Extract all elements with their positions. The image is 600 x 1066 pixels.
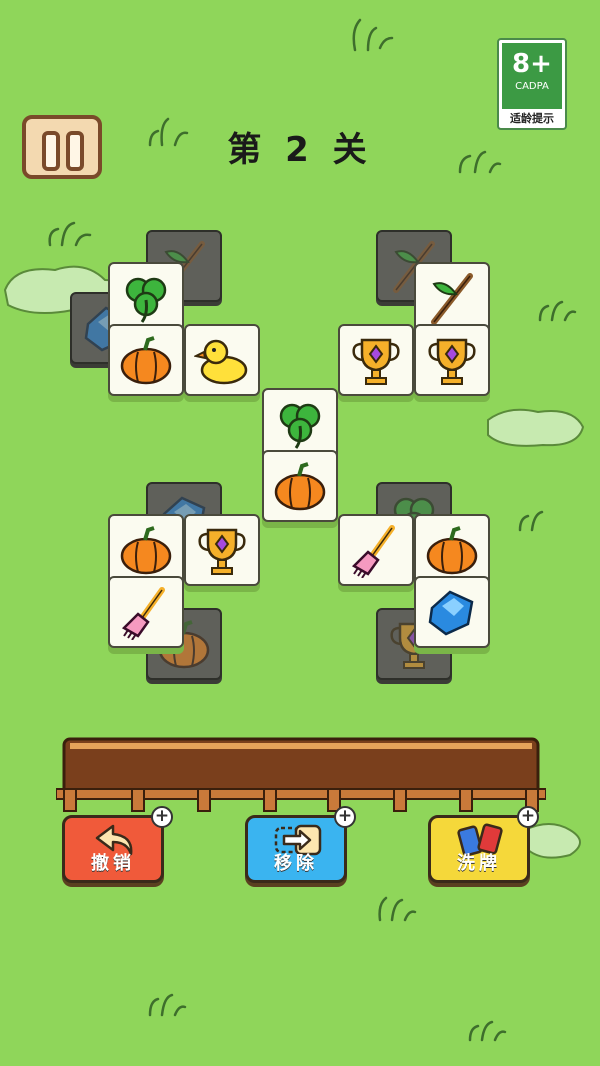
pumpkin-icon xyxy=(274,462,326,511)
level-title: 第 2 关 xyxy=(227,130,373,170)
pumpkin-tile[interactable] xyxy=(108,324,184,396)
trophy-icon xyxy=(428,338,476,385)
trophy-tile[interactable] xyxy=(414,324,490,396)
pumpkin-icon xyxy=(120,526,172,575)
pause-icon xyxy=(66,131,84,171)
age-number: 8+ xyxy=(512,49,552,79)
add-undo-icon[interactable]: + xyxy=(151,806,173,828)
trophy-tile[interactable] xyxy=(338,324,414,396)
pause-icon xyxy=(42,131,60,171)
shuffle-label: 洗牌 xyxy=(457,853,501,874)
duck-tile[interactable] xyxy=(184,324,260,396)
remove-label: 移除 xyxy=(274,853,318,874)
add-remove-icon[interactable]: + xyxy=(334,806,356,828)
broom-tile[interactable] xyxy=(108,576,184,648)
clover-icon xyxy=(125,277,167,323)
gem-icon xyxy=(428,590,474,636)
undo-label: 撤销 xyxy=(91,853,135,874)
gem-tile[interactable] xyxy=(414,576,490,648)
age-rating-badge: 8+ CADPA 适龄提示 xyxy=(497,38,567,130)
trophy-icon xyxy=(352,338,400,385)
tile-tray xyxy=(56,737,546,812)
pause-button[interactable] xyxy=(22,115,102,179)
pumpkin-icon xyxy=(120,336,172,385)
trophy-tile[interactable] xyxy=(184,514,260,586)
duck-icon xyxy=(194,339,248,385)
add-shuffle-icon[interactable]: + xyxy=(517,806,539,828)
clover-icon xyxy=(279,403,321,449)
age-tip: 适龄提示 xyxy=(510,112,554,125)
trophy-icon xyxy=(198,528,246,575)
age-org: CADPA xyxy=(515,81,549,92)
broom-icon xyxy=(121,587,165,640)
twig-icon xyxy=(431,273,473,325)
remove-button[interactable]: 移除 + xyxy=(245,806,356,883)
pumpkin-tile[interactable] xyxy=(262,450,338,522)
broom-tile[interactable] xyxy=(338,514,414,586)
shuffle-button[interactable]: 洗牌 + xyxy=(428,806,539,883)
undo-button[interactable]: 撤销 + xyxy=(62,806,173,883)
pumpkin-icon xyxy=(426,526,478,575)
broom-icon xyxy=(351,525,395,578)
